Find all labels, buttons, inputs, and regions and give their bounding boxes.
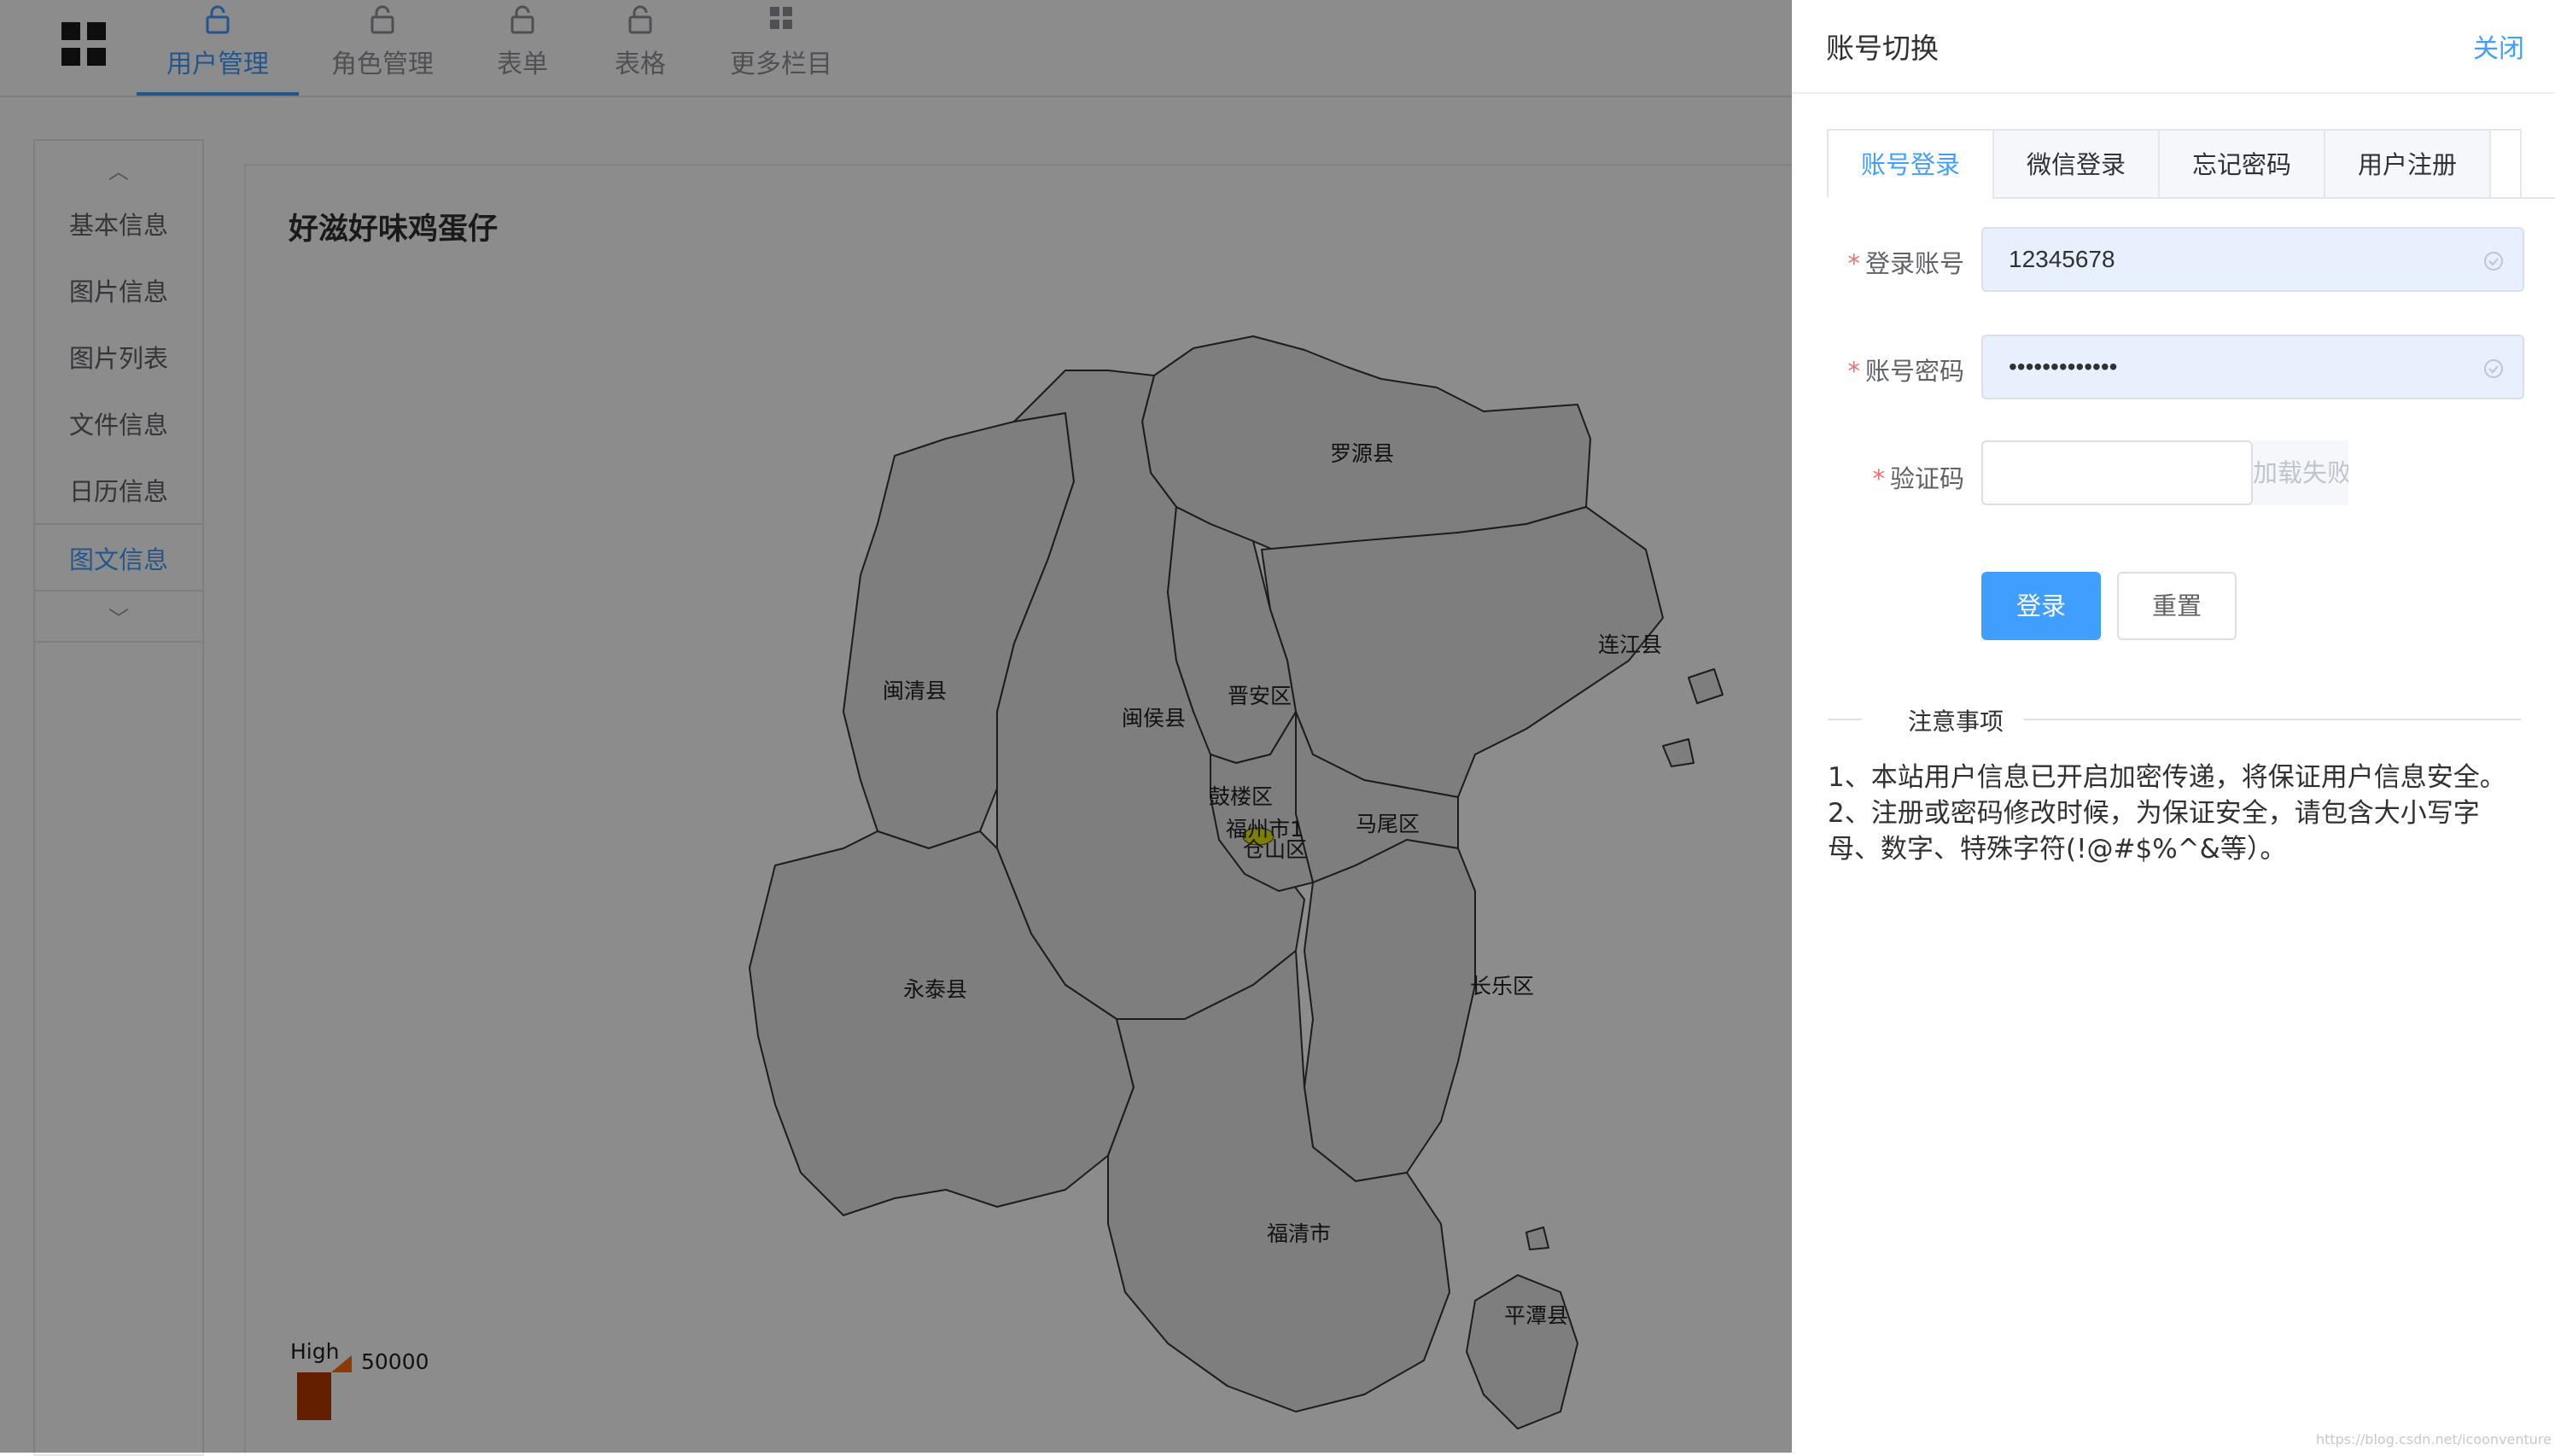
tabs-baseline [1827,197,2555,199]
required-mark: * [1872,464,1885,493]
tab-account-login[interactable]: 账号登录 [1829,131,1994,199]
password-input[interactable]: ••••••••••••• [1981,335,2524,399]
tab-wechat-login[interactable]: 微信登录 [1994,131,2160,199]
reset-button[interactable]: 重置 [2117,572,2237,640]
notes-divider-left [1828,719,1862,720]
captcha-image-failed[interactable]: 加载失败 [2253,440,2348,505]
tab-register[interactable]: 用户注册 [2325,131,2491,199]
note-item: 2、注册或密码修改时候，为保证安全，请包含大小写字母、数字、特殊字符(!@#$%… [1828,798,2480,865]
password-label: * 账号密码 [1811,352,1964,387]
password-label-text: 账号密码 [1864,357,1964,386]
account-switch-drawer: 账号切换 关闭 账号登录 微信登录 忘记密码 用户注册 * 登录账号 123456… [1792,0,2555,1453]
drawer-overlay-mask[interactable] [0,0,1792,1453]
notes-list: 1、本站用户信息已开启加密传递，将保证用户信息安全。 2、注册或密码修改时候，为… [1828,760,2511,867]
login-button[interactable]: 登录 [1981,572,2101,640]
notes-divider-right [2024,719,2521,720]
drawer-close-button[interactable]: 关闭 [2473,27,2524,65]
account-input[interactable]: 12345678 [1981,227,2524,292]
password-value: ••••••••••••• [2009,353,2118,380]
watermark: https://blog.csdn.net/icoonventure [2315,1431,2552,1447]
captcha-input[interactable] [1981,440,2253,505]
tab-forgot-password[interactable]: 忘记密码 [2160,131,2325,199]
required-mark: * [1847,249,1860,278]
note-item: 1、本站用户信息已开启加密传递，将保证用户信息安全。 [1828,762,2506,793]
login-tabs: 账号登录 微信登录 忘记密码 用户注册 [1827,129,2522,199]
required-mark: * [1847,357,1860,386]
captcha-label: * 验证码 [1811,459,1964,495]
check-circle-icon [2484,252,2503,271]
captcha-label-text: 验证码 [1889,464,1964,493]
account-label: * 登录账号 [1811,244,1964,280]
notes-title: 注意事项 [1894,703,2018,737]
account-label-text: 登录账号 [1864,249,1964,278]
account-value: 12345678 [2009,246,2115,272]
check-circle-icon [2484,359,2503,378]
drawer-title: 账号切换 [1826,32,1939,65]
drawer-header-divider [1792,92,2555,94]
